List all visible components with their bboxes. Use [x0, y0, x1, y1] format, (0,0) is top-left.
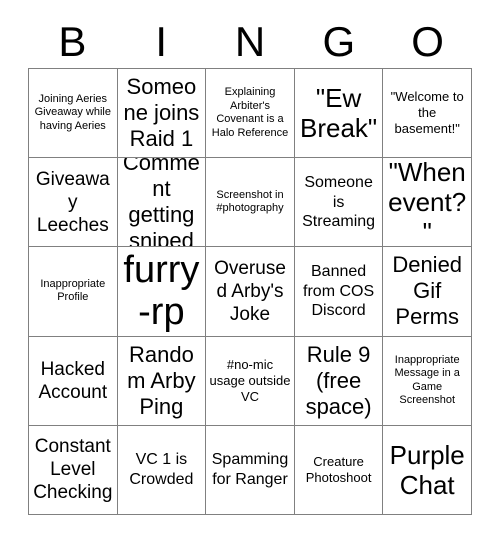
bingo-cell[interactable]: Inappropriate Profile	[29, 247, 118, 337]
bingo-cell[interactable]: "When event?"	[383, 158, 472, 248]
bingo-cell[interactable]: #no-mic usage outside VC	[206, 336, 295, 426]
bingo-header-letter-g: G	[322, 18, 356, 65]
bingo-cell[interactable]: Denied Gif Perms	[383, 247, 472, 337]
bingo-header-letter-i: I	[155, 18, 168, 65]
bingo-header-letter-n: N	[234, 18, 266, 65]
bingo-cell-label: Someone is Streaming	[302, 174, 376, 231]
bingo-cell-label: Overused Arby's Joke	[214, 257, 286, 325]
bingo-cell[interactable]: Explaining Arbiter's Covenant is a Halo …	[206, 69, 295, 159]
bingo-cell-label: "Ew Break"	[300, 83, 378, 144]
bingo-cell-label: "When event?"	[388, 158, 467, 248]
bingo-cell-label: Spamming for Ranger	[211, 451, 289, 488]
bingo-cell[interactable]: "Ew Break"	[294, 69, 384, 159]
bingo-cell[interactable]: Joining Aeries Giveaway while having Aer…	[29, 69, 118, 159]
bingo-cell-label: Inappropriate Profile	[40, 277, 106, 304]
bingo-cell-label: Screenshot in #photography	[216, 188, 284, 215]
bingo-grid: Joining Aeries Giveaway while having Aer…	[28, 68, 472, 515]
bingo-cell[interactable]: Overused Arby's Joke	[206, 247, 295, 337]
bingo-cell-label: Random Arby Ping	[127, 341, 196, 419]
bingo-cell-label: Banned from COS Discord	[303, 263, 375, 320]
bingo-cell-label: Purple Chat	[389, 439, 465, 500]
bingo-cell-label: Inappropriate Message in a Game Screensh…	[394, 353, 460, 407]
bingo-cell[interactable]: Someone joins Raid 1	[117, 69, 207, 159]
bingo-cell[interactable]: Banned from COS Discord	[294, 247, 384, 337]
bingo-header-row: B I N G O	[28, 16, 472, 68]
bingo-cell-label: furry-rp	[123, 249, 200, 334]
bingo-cell-label: Denied Gif Perms	[392, 252, 463, 330]
bingo-cell[interactable]: Random Arby Ping	[117, 336, 207, 426]
bingo-cell-label: Giveaway Leeches	[35, 168, 110, 236]
bingo-cell-label: Rule 9 (free space)	[305, 341, 372, 419]
bingo-cell-label: Hacked Account	[38, 358, 108, 403]
bingo-cell-label: Joining Aeries Giveaway while having Aer…	[34, 92, 111, 132]
bingo-cell[interactable]: Creature Photoshoot	[294, 425, 384, 515]
bingo-cell[interactable]: Spamming for Ranger	[206, 425, 295, 515]
bingo-cell[interactable]: Screenshot in #photography	[206, 158, 295, 248]
bingo-cell[interactable]: Purple Chat	[383, 425, 472, 515]
bingo-cell[interactable]: "Welcome to the basement!"	[383, 69, 472, 159]
bingo-cell[interactable]: Inappropriate Message in a Game Screensh…	[383, 336, 472, 426]
bingo-cell[interactable]: VC 1 is Crowded	[117, 425, 207, 515]
bingo-cell-free-space[interactable]: Rule 9 (free space)	[294, 336, 384, 426]
bingo-cell-label: Constant Level Checking	[33, 436, 113, 504]
bingo-cell[interactable]: Comment getting sniped	[117, 158, 207, 248]
bingo-cell-label: Creature Photoshoot	[305, 453, 372, 485]
bingo-cell-label: #no-mic usage outside VC	[209, 356, 291, 404]
bingo-cell-label: Explaining Arbiter's Covenant is a Halo …	[211, 86, 289, 139]
bingo-cell-label: Comment getting sniped	[122, 158, 200, 248]
bingo-cell-label: "Welcome to the basement!"	[390, 89, 464, 137]
bingo-card: B I N G O Joining Aeries Giveaway while …	[0, 0, 500, 544]
bingo-cell[interactable]: Constant Level Checking	[29, 425, 118, 515]
bingo-header-letter-b: B	[58, 18, 87, 65]
bingo-cell[interactable]: Someone is Streaming	[294, 158, 384, 248]
bingo-cell-label: Someone joins Raid 1	[123, 74, 200, 152]
bingo-header-letter-o: O	[411, 18, 444, 65]
bingo-cell[interactable]: Hacked Account	[29, 336, 118, 426]
bingo-cell-label: VC 1 is Crowded	[129, 451, 194, 488]
bingo-cell[interactable]: Giveaway Leeches	[29, 158, 118, 248]
bingo-cell[interactable]: furry-rp	[117, 247, 207, 337]
